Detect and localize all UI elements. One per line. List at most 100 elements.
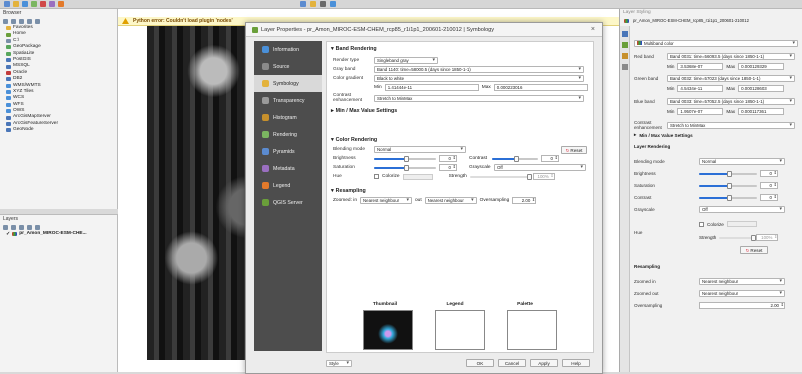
minmax-settings-header[interactable]: ▸ Min / Max Value Settings: [327, 107, 593, 116]
styling-blend-select[interactable]: Normal: [699, 158, 785, 165]
styling-saturation-spinbox[interactable]: 0: [760, 182, 778, 189]
pan-icon[interactable]: [31, 1, 37, 7]
checkbox-icon[interactable]: ✓: [6, 231, 10, 237]
filter-legend-icon[interactable]: [19, 224, 24, 230]
contrast-spinbox[interactable]: 0: [541, 155, 559, 162]
sidebar-item-histogram[interactable]: Histogram: [254, 109, 322, 126]
sidebar-item-information[interactable]: Information: [254, 41, 322, 58]
renderer-select[interactable]: Multiband color: [634, 40, 798, 47]
brightness-slider[interactable]: [374, 155, 436, 162]
styling-colorize-checkbox[interactable]: [699, 221, 704, 227]
styling-layer-select[interactable]: pr_Amon_MIROC-ESM-CHEM_rcp85_r1i1p1_2006…: [624, 18, 749, 23]
add-group-icon[interactable]: [11, 224, 16, 230]
gray-band-select[interactable]: Band 1140: time=58000.5 (days since 1850…: [374, 66, 584, 73]
oversampling-spinbox[interactable]: 2.00: [512, 197, 537, 204]
identify-icon[interactable]: [49, 1, 55, 7]
min-field[interactable]: 1.41444e-11: [384, 84, 479, 91]
strength-slider[interactable]: [469, 173, 532, 180]
sidebar-item-transparency[interactable]: Transparency: [254, 92, 322, 109]
saturation-slider[interactable]: [374, 164, 436, 171]
styling-brightness-slider[interactable]: [699, 170, 757, 177]
green-max-field[interactable]: 0.000128603: [738, 85, 785, 92]
sidebar-item-pyramids[interactable]: Pyramids: [254, 143, 322, 160]
green-band-select[interactable]: Band 0032: time=57023 (days since 1850-1…: [667, 75, 795, 82]
blending-mode-select[interactable]: Normal: [374, 146, 466, 153]
digitize-icon[interactable]: [320, 1, 326, 7]
green-min-field[interactable]: 4.5434e-11: [677, 85, 724, 92]
styling-grayscale-select[interactable]: Off: [699, 206, 785, 213]
add-icon[interactable]: [11, 18, 16, 24]
render-type-select[interactable]: Singleband gray: [374, 57, 438, 64]
resampling-header[interactable]: ▾ Resampling: [327, 187, 593, 196]
strength-spinbox[interactable]: 100%: [532, 173, 555, 180]
histogram-tab-icon[interactable]: [622, 53, 628, 59]
new-project-icon[interactable]: [4, 1, 10, 7]
transparency-tab-icon[interactable]: [622, 42, 628, 48]
filter-icon[interactable]: [19, 18, 24, 24]
cancel-button[interactable]: Cancel: [498, 359, 526, 367]
select-icon[interactable]: [58, 1, 64, 7]
label-icon[interactable]: [310, 1, 316, 7]
open-styling-icon[interactable]: [3, 224, 8, 230]
apply-button[interactable]: Apply: [530, 359, 558, 367]
band-rendering-header[interactable]: ▾ Band Rendering: [327, 45, 593, 54]
styling-resampling-header[interactable]: Resampling: [634, 264, 660, 269]
contrast-slider[interactable]: [492, 155, 538, 162]
sidebar-item-rendering[interactable]: Rendering: [254, 126, 322, 143]
remove-layer-icon[interactable]: [35, 224, 40, 230]
sidebar-item-metadata[interactable]: Metadata: [254, 160, 322, 177]
python-console-icon[interactable]: [330, 1, 336, 7]
sidebar-item-source[interactable]: Source: [254, 58, 322, 75]
styling-minmax-header[interactable]: ▸ Min / Max Value Settings: [634, 132, 693, 138]
styling-saturation-slider[interactable]: [699, 182, 757, 189]
styling-zoomed-out-select[interactable]: Nearest neighbour: [699, 290, 785, 297]
styling-strength-slider[interactable]: [719, 234, 756, 241]
styling-colorize-color-button[interactable]: [726, 221, 757, 227]
red-min-field[interactable]: 3.5368e-07: [677, 63, 724, 70]
refresh-icon[interactable]: [3, 18, 8, 24]
color-gradient-select[interactable]: Black to white: [374, 75, 584, 82]
blue-min-field[interactable]: 1.9507e-07: [677, 108, 724, 115]
layer-item[interactable]: ✓ pr_Amon_MIROC-ESM-CHE...: [0, 231, 117, 237]
help-button[interactable]: Help: [562, 359, 590, 367]
styling-brightness-spinbox[interactable]: 0: [760, 170, 778, 177]
saturation-spinbox[interactable]: 0: [439, 164, 457, 171]
layer-rendering-header[interactable]: Layer Rendering: [634, 144, 670, 149]
sidebar-item-qgis-server[interactable]: QGIS Server: [254, 194, 322, 211]
history-tab-icon[interactable]: [622, 64, 628, 70]
colorize-color-button[interactable]: [402, 173, 433, 180]
browser-item[interactable]: GeoNode: [6, 127, 117, 133]
max-field[interactable]: 0.000223016: [493, 84, 588, 91]
brightness-spinbox[interactable]: 0: [439, 155, 457, 162]
styling-strength-spinbox[interactable]: 100%: [756, 234, 779, 241]
zoom-icon[interactable]: [40, 1, 46, 7]
colorize-checkbox[interactable]: [374, 174, 379, 179]
measure-icon[interactable]: [300, 1, 306, 7]
contrast-enhancement-select[interactable]: Stretch to MinMax: [374, 94, 584, 102]
blue-band-select[interactable]: Band 0033: time=57052.5 (days since 1850…: [667, 98, 795, 105]
red-max-field[interactable]: 0.000129329: [738, 63, 785, 70]
blue-max-field[interactable]: 0.000117361: [738, 108, 785, 115]
styling-zoomed-in-select[interactable]: Nearest neighbour: [699, 278, 785, 285]
sidebar-item-legend[interactable]: Legend: [254, 177, 322, 194]
open-project-icon[interactable]: [13, 1, 19, 7]
color-rendering-header[interactable]: ▾ Color Rendering: [327, 136, 593, 145]
collapse-icon[interactable]: [27, 18, 32, 24]
expand-all-icon[interactable]: [27, 224, 32, 230]
zoomed-in-select[interactable]: Nearest neighbour: [360, 197, 412, 204]
zoomed-out-select[interactable]: Nearest neighbour: [424, 197, 477, 204]
save-project-icon[interactable]: [22, 1, 28, 7]
info-icon[interactable]: [35, 18, 40, 24]
close-icon[interactable]: ×: [591, 26, 595, 33]
styling-oversampling-spinbox[interactable]: 2.00: [699, 302, 785, 309]
red-band-select[interactable]: Band 0031: time=56093.5 (days since 1850…: [667, 53, 795, 60]
sidebar-item-symbology[interactable]: Symbology: [254, 75, 322, 92]
styling-contrast2-slider[interactable]: [699, 194, 757, 201]
ok-button[interactable]: OK: [466, 359, 494, 367]
styling-contrast2-spinbox[interactable]: 0: [760, 194, 778, 201]
styling-contrast-select[interactable]: Stretch to MinMax: [667, 121, 795, 129]
symbology-tab-icon[interactable]: [622, 31, 628, 37]
style-menu-button[interactable]: Style: [326, 359, 352, 367]
grayscale-select[interactable]: Off: [494, 164, 586, 171]
styling-reset-button[interactable]: ↻Reset: [740, 246, 768, 254]
